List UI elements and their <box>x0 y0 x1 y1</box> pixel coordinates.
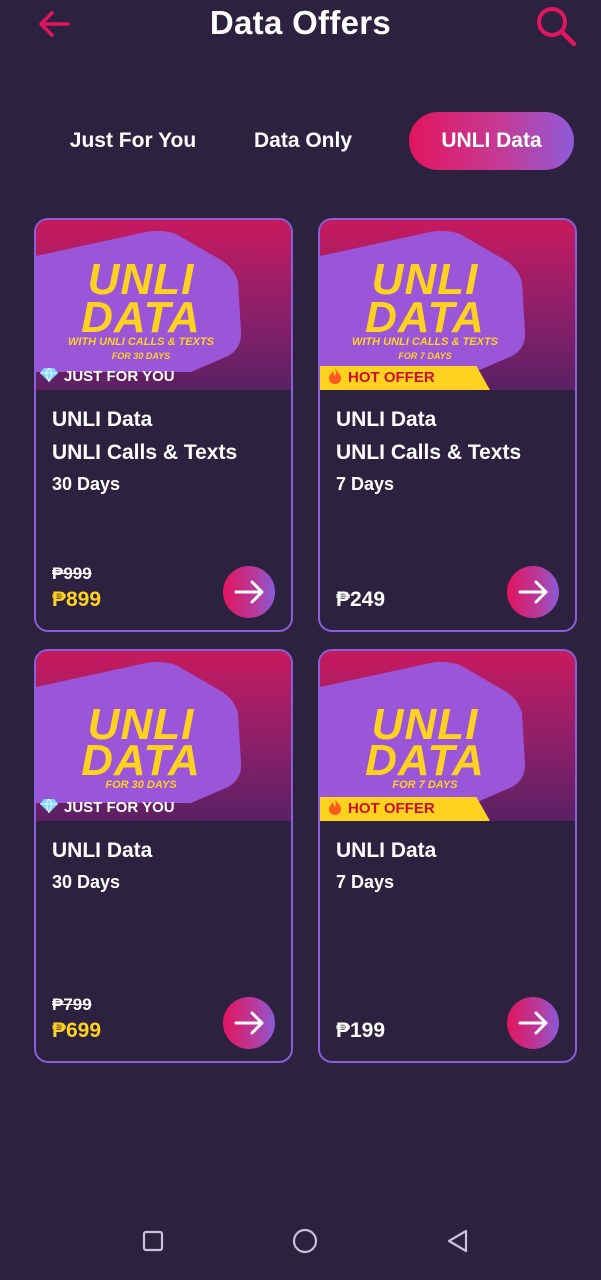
tab-unli-data[interactable]: UNLI Data <box>409 112 574 170</box>
banner-subtitle: FOR 7 DAYS <box>392 779 458 791</box>
system-back-button[interactable] <box>443 1226 473 1256</box>
badge-label: JUST FOR YOU <box>64 368 175 385</box>
arrow-right-icon <box>518 1011 548 1035</box>
hot-offer-badge: HOT OFFER <box>320 366 490 390</box>
banner-title-2: DATA <box>365 293 485 342</box>
offer-inclusion: UNLI Calls & Texts <box>52 441 238 464</box>
offer-price: ₱249 <box>336 588 386 611</box>
tab-just-for-you[interactable]: Just For You <box>48 112 218 170</box>
circle-icon <box>292 1228 318 1254</box>
offer-inclusion: UNLI Calls & Texts <box>336 441 522 464</box>
banner-title-2: DATA <box>81 736 201 785</box>
offer-card[interactable]: UNLI DATA WITH UNLI CALLS & TEXTS FOR 30… <box>34 218 293 632</box>
flame-icon <box>329 368 341 384</box>
badge-label: HOT OFFER <box>348 800 435 817</box>
app-header: Data Offers <box>0 0 601 60</box>
offer-details: UNLI Data UNLI Calls & Texts 30 Days ₱99… <box>36 390 291 630</box>
recents-button[interactable] <box>138 1226 168 1256</box>
offer-price: ₱899 <box>52 588 102 611</box>
offer-details: UNLI Data 30 Days ₱799 ₱699 <box>36 821 291 1061</box>
banner-title-2: DATA <box>81 293 201 342</box>
buy-button[interactable] <box>223 566 275 618</box>
search-icon <box>537 7 577 47</box>
old-price: ₱999 <box>52 564 92 583</box>
offer-name: UNLI Data <box>52 839 153 862</box>
banner-subtitle: WITH UNLI CALLS & TEXTS <box>351 336 499 348</box>
buy-button[interactable] <box>223 997 275 1049</box>
offer-price: ₱699 <box>52 1019 102 1042</box>
offer-tabs: Just For You Data Only UNLI Data <box>0 112 601 172</box>
just-for-you-badge: JUST FOR YOU <box>40 366 175 388</box>
banner-subtitle: WITH UNLI CALLS & TEXTS <box>67 336 215 348</box>
tab-data-only[interactable]: Data Only <box>228 112 378 170</box>
offer-details: UNLI Data 7 Days ₱199 <box>320 821 575 1061</box>
hot-offer-badge: HOT OFFER <box>320 797 490 821</box>
flame-icon <box>329 799 341 815</box>
offer-card[interactable]: UNLI DATA WITH UNLI CALLS & TEXTS FOR 7 … <box>318 218 577 632</box>
search-button[interactable] <box>534 4 578 48</box>
buy-button[interactable] <box>507 997 559 1049</box>
arrow-right-icon <box>234 1011 264 1035</box>
offer-name: UNLI Data <box>336 839 437 862</box>
offer-banner: UNLI DATA WITH UNLI CALLS & TEXTS FOR 30… <box>36 220 291 390</box>
offer-banner: UNLI DATA FOR 7 DAYS HOT OFFER <box>320 651 575 821</box>
offer-validity: 7 Days <box>336 872 395 892</box>
badge-label: JUST FOR YOU <box>64 799 175 816</box>
banner-subtitle-2: FOR 7 DAYS <box>398 351 452 361</box>
arrow-right-icon <box>234 580 264 604</box>
banner-subtitle-2: FOR 30 DAYS <box>111 351 171 361</box>
old-price: ₱799 <box>52 995 92 1014</box>
offer-banner: UNLI DATA FOR 30 DAYS JUST FOR YOU <box>36 651 291 821</box>
diamond-icon <box>40 799 58 813</box>
triangle-back-icon <box>447 1229 468 1253</box>
offer-validity: 30 Days <box>52 474 121 494</box>
offer-price: ₱199 <box>336 1019 386 1042</box>
offer-name: UNLI Data <box>336 408 437 431</box>
page-title: Data Offers <box>209 4 392 41</box>
just-for-you-badge: JUST FOR YOU <box>40 797 175 819</box>
offer-details: UNLI Data UNLI Calls & Texts 7 Days ₱249 <box>320 390 575 630</box>
offer-name: UNLI Data <box>52 408 153 431</box>
square-icon <box>142 1230 164 1252</box>
offer-card[interactable]: UNLI DATA FOR 7 DAYS HOT OFFER UNLI Data… <box>318 649 577 1063</box>
diamond-icon <box>40 368 58 382</box>
banner-title-2: DATA <box>365 736 485 785</box>
buy-button[interactable] <box>507 566 559 618</box>
offer-banner: UNLI DATA WITH UNLI CALLS & TEXTS FOR 7 … <box>320 220 575 390</box>
arrow-right-icon <box>518 580 548 604</box>
offer-validity: 30 Days <box>52 872 121 892</box>
banner-subtitle: FOR 30 DAYS <box>105 779 177 791</box>
offer-validity: 7 Days <box>336 474 395 494</box>
system-nav-bar <box>0 1210 601 1270</box>
home-button[interactable] <box>290 1226 320 1256</box>
badge-label: HOT OFFER <box>348 369 435 386</box>
offer-card[interactable]: UNLI DATA FOR 30 DAYS JUST FOR YOU UNLI … <box>34 649 293 1063</box>
